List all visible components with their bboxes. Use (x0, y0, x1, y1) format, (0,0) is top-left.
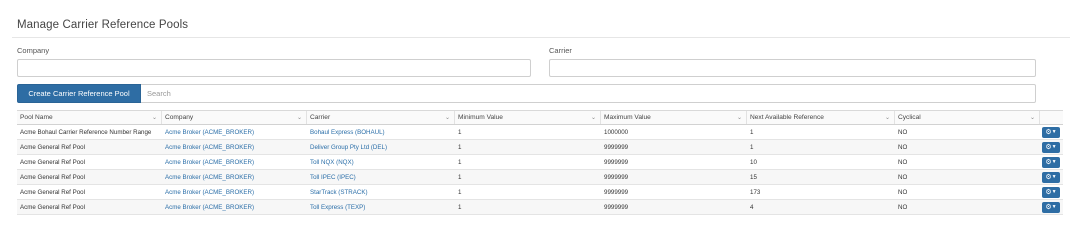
maximum-value-cell: 1000000 (604, 129, 629, 136)
row-actions-button[interactable]: ⚙▼ (1042, 157, 1060, 168)
table-header-row: Pool Name ⌄ Company ⌄ Carrier ⌄ Minimum Val… (17, 111, 1063, 125)
carrier-link[interactable]: Toll Express (TEXP) (307, 200, 455, 214)
company-field[interactable] (17, 59, 531, 77)
next-available-reference-cell: 10 (750, 159, 757, 166)
column-header-minimum-value[interactable]: Minimum Value ⌄ (455, 111, 601, 124)
create-carrier-reference-pool-button[interactable]: Create Carrier Reference Pool (17, 84, 141, 103)
table-row: Acme General Ref Pool Acme Broker (ACME_… (17, 185, 1063, 200)
carrier-reference-pool-table: Pool Name ⌄ Company ⌄ Carrier ⌄ Minimum Val… (17, 110, 1063, 215)
maximum-value-cell: 9999999 (604, 174, 629, 181)
company-link[interactable]: Acme Broker (ACME_BROKER) (162, 200, 307, 214)
company-link[interactable]: Acme Broker (ACME_BROKER) (162, 155, 307, 169)
column-header-label: Company (165, 114, 194, 121)
pool-name-cell: Acme General Ref Pool (20, 174, 85, 181)
cyclical-cell: NO (898, 189, 908, 196)
minimum-value-cell: 1 (458, 144, 462, 151)
pool-name-cell: Acme General Ref Pool (20, 189, 85, 196)
company-link[interactable]: Acme Broker (ACME_BROKER) (162, 185, 307, 199)
table-row: Acme General Ref Pool Acme Broker (ACME_… (17, 170, 1063, 185)
row-actions-button[interactable]: ⚙▼ (1042, 187, 1060, 198)
column-header-label: Pool Name (20, 114, 53, 121)
company-label: Company (17, 46, 50, 55)
caret-down-icon: ▼ (1051, 159, 1057, 165)
next-available-reference-cell: 173 (750, 189, 761, 196)
pool-name-cell: Acme General Ref Pool (20, 204, 85, 211)
minimum-value-cell: 1 (458, 159, 462, 166)
next-available-reference-cell: 4 (750, 204, 754, 211)
carrier-field[interactable] (549, 59, 1036, 77)
next-available-reference-cell: 1 (750, 144, 754, 151)
chevron-down-icon[interactable]: ⌄ (885, 111, 890, 124)
chevron-down-icon[interactable]: ⌄ (152, 111, 157, 124)
carrier-link[interactable]: StarTrack (STRACK) (307, 185, 455, 199)
column-header-label: Cyclical (898, 114, 921, 121)
carrier-link[interactable]: Deliver Group Pty Ltd (DEL) (307, 140, 455, 154)
pool-name-cell: Acme General Ref Pool (20, 159, 85, 166)
chevron-down-icon[interactable]: ⌄ (445, 111, 450, 124)
row-actions-button[interactable]: ⚙▼ (1042, 142, 1060, 153)
company-link[interactable]: Acme Broker (ACME_BROKER) (162, 125, 307, 139)
page-title: Manage Carrier Reference Pools (17, 19, 189, 31)
company-link[interactable]: Acme Broker (ACME_BROKER) (162, 140, 307, 154)
carrier-link[interactable]: Toll NQX (NQX) (307, 155, 455, 169)
table-row: Acme General Ref Pool Acme Broker (ACME_… (17, 200, 1063, 215)
chevron-down-icon[interactable]: ⌄ (591, 111, 596, 124)
minimum-value-cell: 1 (458, 129, 462, 136)
column-header-label: Next Available Reference (750, 114, 824, 121)
search-input[interactable] (141, 84, 1036, 103)
row-actions-button[interactable]: ⚙▼ (1042, 127, 1060, 138)
caret-down-icon: ▼ (1051, 189, 1057, 195)
carrier-link[interactable]: Bohaul Express (BOHAUL) (307, 125, 455, 139)
next-available-reference-cell: 15 (750, 174, 757, 181)
table-row: Acme General Ref Pool Acme Broker (ACME_… (17, 155, 1063, 170)
column-header-next-available-reference[interactable]: Next Available Reference ⌄ (747, 111, 895, 124)
column-header-label: Carrier (310, 114, 331, 121)
pool-name-cell: Acme General Ref Pool (20, 144, 85, 151)
caret-down-icon: ▼ (1051, 144, 1057, 150)
next-available-reference-cell: 1 (750, 129, 754, 136)
column-header-label: Maximum Value (604, 114, 651, 121)
table-row: Acme General Ref Pool Acme Broker (ACME_… (17, 140, 1063, 155)
column-header-maximum-value[interactable]: Maximum Value ⌄ (601, 111, 747, 124)
company-link[interactable]: Acme Broker (ACME_BROKER) (162, 170, 307, 184)
cyclical-cell: NO (898, 129, 908, 136)
table-row: Acme Bohaul Carrier Reference Number Ran… (17, 125, 1063, 140)
caret-down-icon: ▼ (1051, 174, 1057, 180)
cyclical-cell: NO (898, 204, 908, 211)
column-header-pool-name[interactable]: Pool Name ⌄ (17, 111, 162, 124)
minimum-value-cell: 1 (458, 174, 462, 181)
maximum-value-cell: 9999999 (604, 189, 629, 196)
chevron-down-icon[interactable]: ⌄ (737, 111, 742, 124)
pool-name-cell: Acme Bohaul Carrier Reference Number Ran… (20, 129, 152, 136)
column-header-actions (1040, 111, 1063, 124)
column-header-company[interactable]: Company ⌄ (162, 111, 307, 124)
column-header-cyclical[interactable]: Cyclical ⌄ (895, 111, 1040, 124)
row-actions-button[interactable]: ⚙▼ (1042, 172, 1060, 183)
chevron-down-icon[interactable]: ⌄ (297, 111, 302, 124)
column-header-carrier[interactable]: Carrier ⌄ (307, 111, 455, 124)
minimum-value-cell: 1 (458, 189, 462, 196)
carrier-label: Carrier (549, 46, 572, 55)
caret-down-icon: ▼ (1051, 204, 1057, 210)
carrier-link[interactable]: Toll IPEC (IPEC) (307, 170, 455, 184)
cyclical-cell: NO (898, 159, 908, 166)
column-header-label: Minimum Value (458, 114, 503, 121)
cyclical-cell: NO (898, 174, 908, 181)
maximum-value-cell: 9999999 (604, 144, 629, 151)
caret-down-icon: ▼ (1051, 129, 1057, 135)
row-actions-button[interactable]: ⚙▼ (1042, 202, 1060, 213)
chevron-down-icon[interactable]: ⌄ (1030, 111, 1035, 124)
cyclical-cell: NO (898, 144, 908, 151)
minimum-value-cell: 1 (458, 204, 462, 211)
title-divider (12, 37, 1070, 38)
maximum-value-cell: 9999999 (604, 159, 629, 166)
maximum-value-cell: 9999999 (604, 204, 629, 211)
